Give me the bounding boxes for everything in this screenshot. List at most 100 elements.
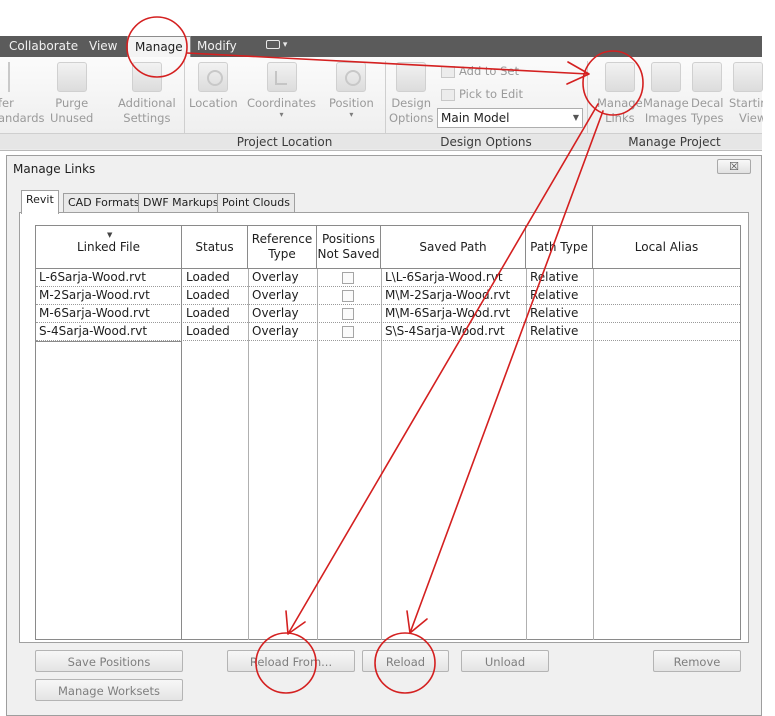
table-row[interactable]: M-2Sarja-Wood.rvt Loaded Overlay M\M-2Sa… — [36, 287, 740, 305]
tab-point-clouds[interactable]: Point Clouds — [217, 193, 295, 213]
tab-manage[interactable]: Manage — [127, 36, 191, 58]
additional-label-1: Additional — [118, 96, 176, 110]
close-button[interactable]: ☒ — [717, 159, 751, 174]
transfer-standards-button[interactable]: fer andards — [0, 62, 45, 126]
column-header-status[interactable]: Status — [182, 226, 248, 269]
additional-label-2: Settings — [123, 111, 171, 125]
cell-linked-file: M-2Sarja-Wood.rvt — [36, 287, 182, 305]
chevron-down-icon: ▾ — [349, 110, 354, 119]
positions-not-saved-checkbox[interactable] — [342, 326, 354, 338]
cell-reference-type[interactable]: Overlay — [249, 269, 317, 287]
starting-view-button[interactable]: Startin View — [729, 62, 763, 126]
position-button[interactable]: Position ▾ — [329, 62, 374, 119]
manage-links-label-1: Manage — [597, 96, 643, 110]
reload-button[interactable]: Reload — [362, 650, 449, 672]
positions-not-saved-checkbox[interactable] — [342, 272, 354, 284]
column-header-local-alias[interactable]: Local Alias — [593, 226, 740, 269]
manage-images-button[interactable]: Manage Images — [643, 62, 689, 126]
cell-linked-file: L-6Sarja-Wood.rvt — [36, 269, 182, 287]
column-header-saved-path[interactable]: Saved Path — [381, 226, 526, 269]
cell-local-alias — [594, 269, 740, 287]
panel-label-manage-project: Manage Project — [587, 133, 762, 149]
table-row[interactable]: L-6Sarja-Wood.rvt Loaded Overlay L\L-6Sa… — [36, 269, 740, 287]
table-row[interactable]: M-6Sarja-Wood.rvt Loaded Overlay M\M-6Sa… — [36, 305, 740, 323]
manage-links-button[interactable]: Manage Links — [597, 62, 643, 126]
cell-path-type[interactable]: Relative — [527, 323, 593, 341]
tab-revit[interactable]: Revit — [21, 190, 59, 214]
chevron-down-icon: ▼ — [572, 113, 579, 122]
table-row[interactable]: S-4Sarja-Wood.rvt Loaded Overlay S\S-4Sa… — [36, 323, 740, 341]
tab-modify[interactable]: Modify — [190, 36, 244, 57]
coordinates-button[interactable]: Coordinates ▾ — [247, 62, 316, 119]
manage-links-icon — [604, 62, 635, 92]
chevron-down-icon: ▾ — [282, 40, 288, 50]
column-header-label: Path Type — [530, 239, 588, 254]
tab-cad-formats[interactable]: CAD Formats — [63, 193, 145, 213]
starting-view-icon — [733, 62, 763, 92]
add-to-set-button[interactable]: Add to Set — [441, 64, 519, 78]
decal-types-label-2: Types — [691, 111, 724, 125]
reload-from-button[interactable]: Reload From... — [227, 650, 355, 672]
additional-settings-button[interactable]: Additional Settings — [118, 62, 176, 126]
design-option-select[interactable]: Main Model ▼ — [437, 108, 583, 128]
tab-dwf-markups[interactable]: DWF Markups — [138, 193, 224, 213]
manage-images-label-2: Images — [644, 111, 687, 125]
ribbon-options-dropdown[interactable]: ▾ — [266, 40, 292, 54]
manage-images-icon — [650, 62, 681, 92]
remove-button[interactable]: Remove — [653, 650, 741, 672]
unload-button[interactable]: Unload — [461, 650, 549, 672]
cell-reference-type[interactable]: Overlay — [249, 323, 317, 341]
pick-to-edit-button[interactable]: Pick to Edit — [441, 87, 523, 101]
cell-status: Loaded — [186, 306, 230, 320]
transfer-icon — [0, 62, 10, 92]
cell-linked-file: S-4Sarja-Wood.rvt — [36, 323, 182, 341]
cell-path-type[interactable]: Relative — [527, 287, 593, 305]
add-to-set-icon — [441, 65, 455, 78]
location-button[interactable]: Location — [189, 62, 238, 111]
decal-types-icon — [692, 62, 723, 92]
settings-icon — [131, 62, 162, 92]
transfer-label-2: andards — [0, 111, 45, 125]
design-options-label-1: Design — [391, 96, 432, 110]
column-header-positions-not-saved[interactable]: Positions Not Saved — [317, 226, 381, 269]
starting-view-label-2: View — [739, 111, 763, 125]
column-header-path-type[interactable]: Path Type — [526, 226, 593, 269]
add-to-set-label: Add to Set — [459, 64, 520, 78]
cell-status: Loaded — [186, 288, 230, 302]
sort-indicator-icon: ▼ — [107, 231, 113, 239]
cell-local-alias — [594, 287, 740, 305]
cell-saved-path: M\M-6Sarja-Wood.rvt — [385, 306, 511, 320]
cell-reference-type[interactable]: Overlay — [249, 287, 317, 305]
column-header-label: Local Alias — [634, 239, 699, 254]
column-header-label: Not Saved — [317, 247, 380, 261]
column-header-reference-type[interactable]: Reference Type — [248, 226, 317, 269]
purge-icon — [56, 62, 87, 92]
pick-to-edit-icon — [441, 88, 455, 101]
cell-path-type[interactable]: Relative — [527, 269, 593, 287]
tab-view[interactable]: View — [82, 36, 124, 57]
panel-label-design-options: Design Options — [385, 133, 587, 149]
cell-saved-path: L\L-6Sarja-Wood.rvt — [385, 270, 503, 284]
positions-not-saved-checkbox[interactable] — [342, 290, 354, 302]
cell-status: Loaded — [186, 270, 230, 284]
purge-unused-button[interactable]: Purge Unused — [50, 62, 93, 126]
manage-worksets-button[interactable]: Manage Worksets — [35, 679, 183, 701]
save-positions-button[interactable]: Save Positions — [35, 650, 183, 672]
column-header-linked-file[interactable]: ▼ Linked File — [36, 226, 182, 269]
cell-reference-type[interactable]: Overlay — [249, 305, 317, 323]
cell-path-type[interactable]: Relative — [527, 305, 593, 323]
positions-not-saved-checkbox[interactable] — [342, 308, 354, 320]
cell-linked-file: M-6Sarja-Wood.rvt — [36, 305, 182, 323]
decal-types-button[interactable]: Decal Types — [691, 62, 724, 126]
globe-icon — [198, 62, 229, 92]
design-options-button[interactable]: Design Options — [389, 62, 433, 126]
tab-collaborate[interactable]: Collaborate — [2, 36, 85, 57]
close-icon: ☒ — [729, 160, 739, 173]
column-header-label: Saved Path — [419, 239, 487, 254]
purge-label-1: Purge — [55, 96, 89, 110]
dialog-title: Manage Links — [13, 162, 96, 176]
manage-images-label-1: Manage — [643, 96, 689, 110]
cell-local-alias — [594, 305, 740, 323]
manage-links-label-2: Links — [605, 111, 635, 125]
ribbon-tab-bar: Collaborate View Manage Modify — [0, 36, 762, 58]
